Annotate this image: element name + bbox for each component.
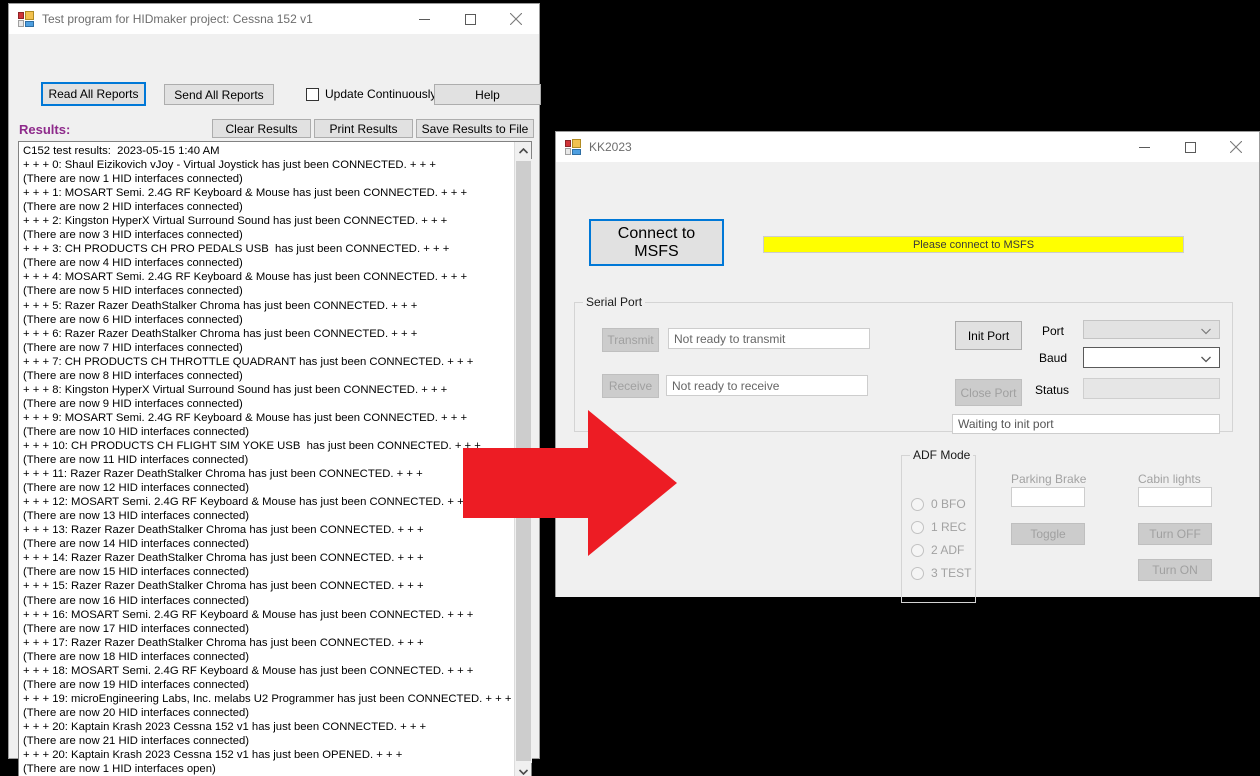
receive-status-field: Not ready to receive (666, 375, 868, 396)
chevron-down-icon[interactable] (1200, 352, 1212, 364)
app-form-icon (18, 11, 34, 27)
radio-icon[interactable] (911, 497, 924, 511)
adf-mode-option-3[interactable]: 3 TEST (911, 566, 971, 580)
window-controls (1121, 132, 1259, 162)
status-label: Status (1035, 383, 1070, 397)
adf-mode-option-label: 1 REC (931, 520, 967, 534)
radio-icon[interactable] (911, 520, 924, 534)
adf-mode-group-label: ADF Mode (910, 448, 974, 462)
maximize-icon[interactable] (447, 4, 493, 34)
titlebar-hidmaker[interactable]: Test program for HIDmaker project: Cessn… (9, 4, 539, 34)
titlebar-kk2023[interactable]: KK2023 (556, 132, 1259, 162)
port-label: Port (1042, 324, 1065, 338)
help-button[interactable]: Help (434, 84, 541, 105)
close-icon[interactable] (1213, 132, 1259, 162)
window-hidmaker-test-program[interactable]: Test program for HIDmaker project: Cessn… (8, 3, 541, 776)
window-title: KK2023 (589, 140, 632, 154)
close-icon[interactable] (493, 4, 539, 34)
close-port-button[interactable]: Close Port (955, 379, 1022, 406)
scroll-down-icon[interactable] (515, 763, 532, 776)
scroll-up-icon[interactable] (515, 142, 532, 159)
serial-status-field (1083, 378, 1220, 399)
transmit-button[interactable]: Transmit (602, 328, 659, 352)
minimize-icon[interactable] (1121, 132, 1167, 162)
send-all-reports-button[interactable]: Send All Reports (164, 84, 274, 105)
radio-icon[interactable] (911, 566, 924, 580)
red-right-arrow-icon (463, 408, 678, 558)
parking-brake-toggle-button[interactable]: Toggle (1011, 523, 1085, 545)
port-state-field: Waiting to init port (952, 414, 1220, 434)
adf-mode-option-1[interactable]: 1 REC (911, 520, 966, 534)
adf-mode-option-label: 0 BFO (931, 497, 966, 511)
transmit-status-field: Not ready to transmit (668, 328, 870, 349)
cabin-lights-field (1138, 487, 1212, 507)
adf-mode-option-label: 2 ADF (931, 543, 965, 557)
cabin-lights-turn-off-button[interactable]: Turn OFF (1138, 523, 1212, 545)
adf-mode-option-0[interactable]: 0 BFO (911, 497, 966, 511)
adf-mode-group: ADF Mode 0 BFO 1 REC 2 ADF 3 TEST (901, 448, 976, 603)
screen: Test program for HIDmaker project: Cessn… (0, 0, 1260, 776)
cabin-lights-turn-on-button[interactable]: Turn ON (1138, 559, 1212, 581)
window-body-hidmaker: Read All Reports Send All Reports Update… (9, 34, 541, 776)
results-label: Results: (19, 122, 71, 137)
print-results-button[interactable]: Print Results (314, 119, 413, 138)
read-all-reports-button[interactable]: Read All Reports (41, 82, 146, 106)
baud-label: Baud (1039, 351, 1068, 365)
checkbox-box[interactable] (306, 87, 319, 101)
parking-brake-label: Parking Brake (1011, 472, 1087, 486)
maximize-icon[interactable] (1167, 132, 1213, 162)
baud-dropdown[interactable] (1083, 347, 1220, 368)
update-continuously-label: Update Continuously (325, 87, 437, 101)
results-textbox[interactable]: C152 test results: 2023-05-15 1:40 AM + … (18, 141, 532, 776)
window-controls (401, 4, 539, 34)
serial-port-group-label: Serial Port (583, 295, 646, 309)
window-title: Test program for HIDmaker project: Cessn… (42, 12, 313, 26)
parking-brake-field (1011, 487, 1085, 507)
init-port-button[interactable]: Init Port (955, 321, 1022, 350)
minimize-icon[interactable] (401, 4, 447, 34)
receive-button[interactable]: Receive (602, 374, 659, 398)
results-text-content: C152 test results: 2023-05-15 1:40 AM + … (23, 145, 512, 776)
save-results-to-file-button[interactable]: Save Results to File (416, 119, 534, 138)
connect-to-msfs-button[interactable]: Connect to MSFS (589, 219, 724, 266)
port-dropdown[interactable] (1083, 320, 1220, 339)
clear-results-button[interactable]: Clear Results (212, 119, 311, 138)
msfs-status-banner: Please connect to MSFS (763, 236, 1184, 253)
radio-icon[interactable] (911, 543, 924, 557)
update-continuously-checkbox[interactable]: Update Continuously (306, 87, 436, 101)
chevron-down-icon[interactable] (1200, 324, 1212, 336)
cabin-lights-label: Cabin lights (1138, 472, 1201, 486)
app-form-icon (565, 139, 581, 155)
adf-mode-option-2[interactable]: 2 ADF (911, 543, 964, 557)
adf-mode-option-label: 3 TEST (931, 566, 972, 580)
